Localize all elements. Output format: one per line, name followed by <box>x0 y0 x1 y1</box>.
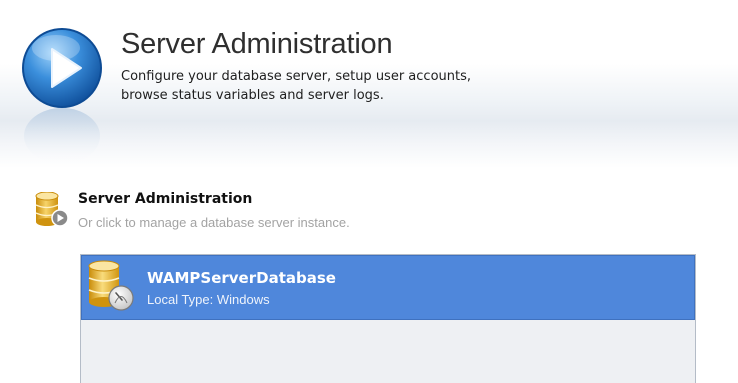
page-title: Server Administration <box>121 28 393 60</box>
play-circle-icon <box>22 28 102 164</box>
server-instance-tile[interactable]: WAMPServerDatabase Local Type: Windows <box>81 255 695 320</box>
database-server-icon <box>88 260 134 311</box>
section-subtitle: Or click to manage a database server ins… <box>78 215 350 230</box>
server-instances-panel: WAMPServerDatabase Local Type: Windows <box>80 254 696 383</box>
database-play-icon <box>35 192 69 227</box>
page-description: Configure your database server, setup us… <box>121 69 471 103</box>
server-administration-page: Server Administration Configure your dat… <box>0 0 738 383</box>
instance-name: WAMPServerDatabase <box>147 269 336 287</box>
section-title: Server Administration <box>78 191 253 207</box>
instance-type-label: Local Type: Windows <box>147 292 270 307</box>
